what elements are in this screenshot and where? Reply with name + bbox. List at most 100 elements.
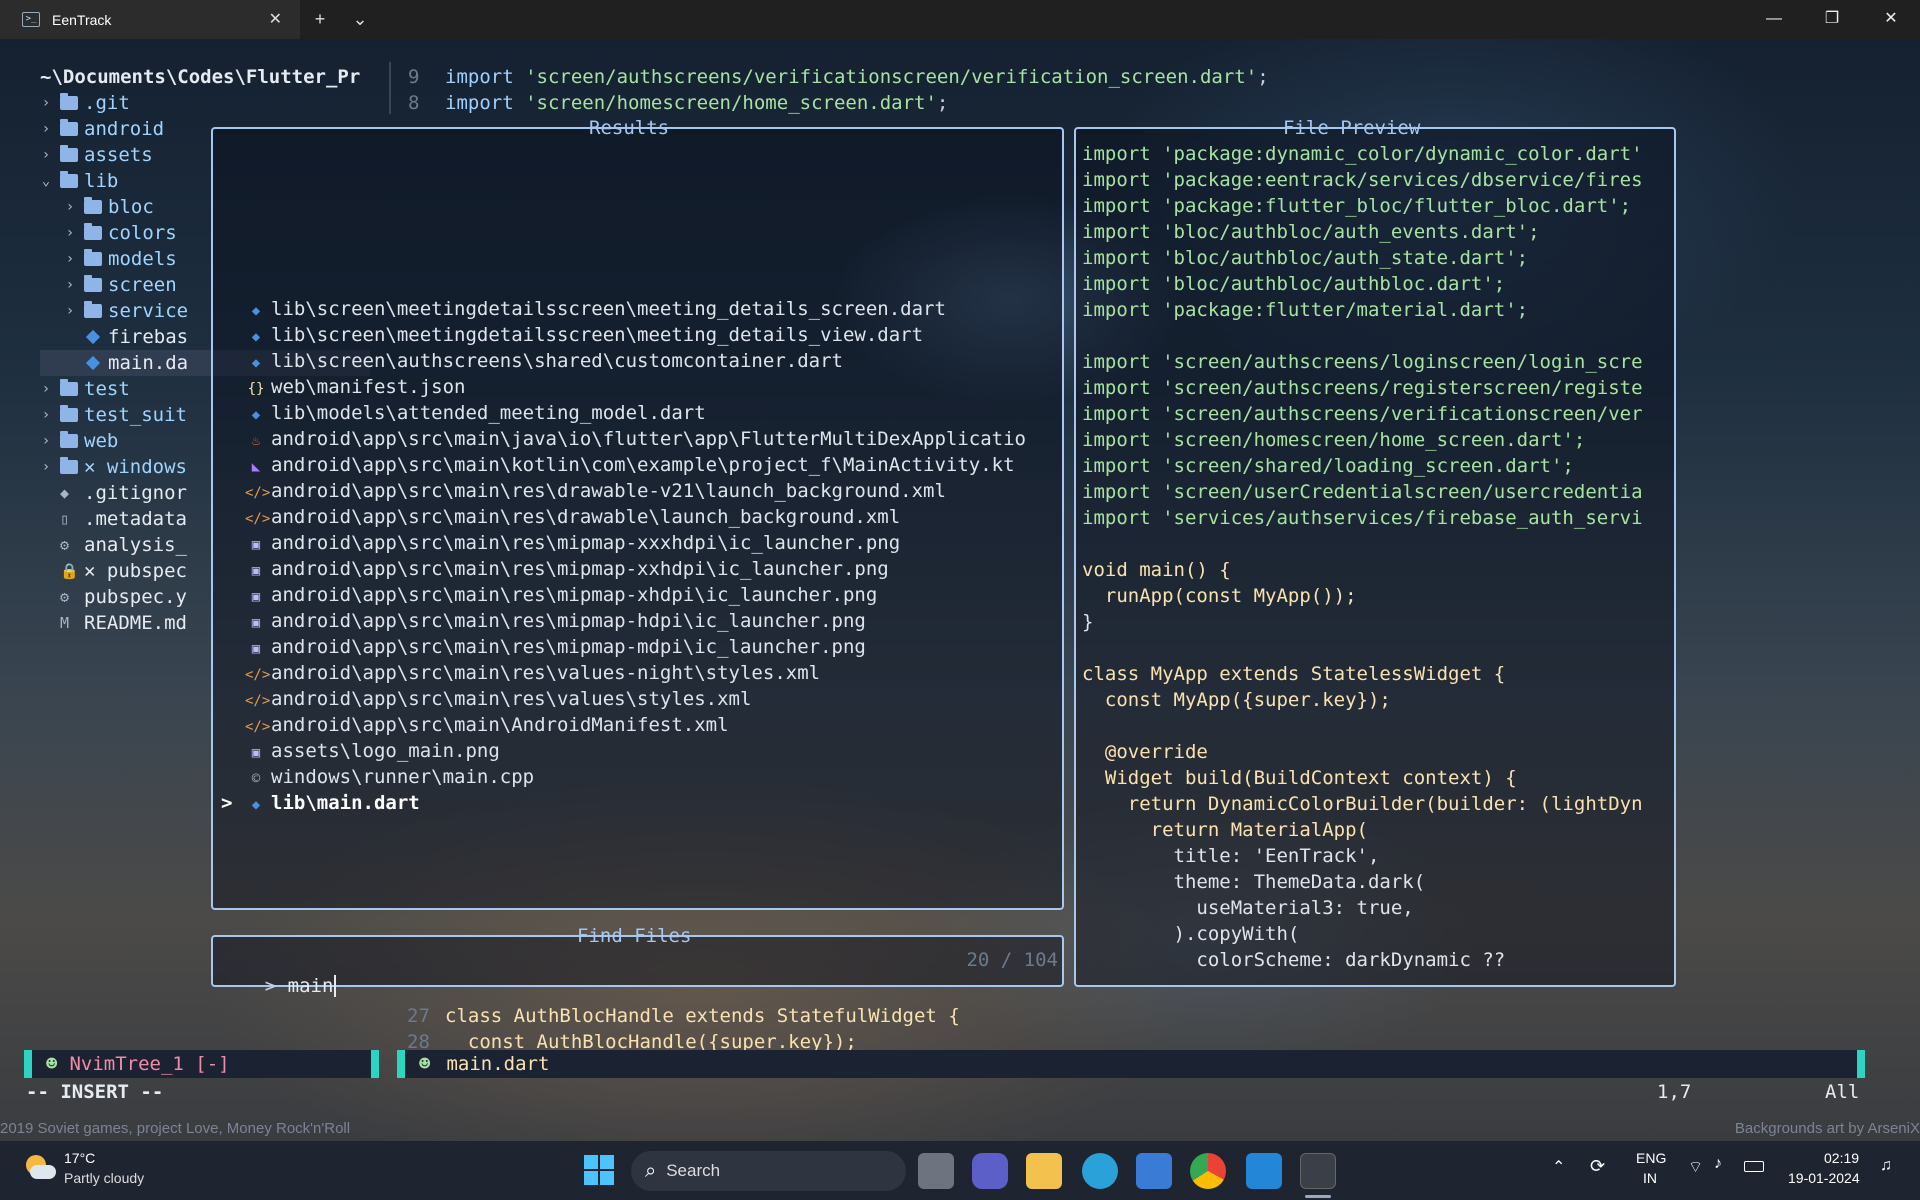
minimize-button[interactable]: — bbox=[1745, 0, 1803, 39]
wifi-icon[interactable]: ⌔ bbox=[1688, 1157, 1703, 1177]
tree-item-label: web bbox=[84, 430, 119, 452]
result-item[interactable]: ▣ android\app\src\main\res\mipmap-xxhdpi\… bbox=[221, 556, 889, 584]
tab-dropdown-button[interactable]: ⌄ bbox=[340, 9, 380, 30]
result-path: android\app\src\main\java\io\flutter\app… bbox=[271, 428, 1026, 450]
code-string: 'screen/homescreen/home_screen.dart' bbox=[525, 92, 937, 114]
notification-bell-icon[interactable]: ♫ bbox=[1880, 1157, 1892, 1175]
result-item[interactable]: ▣ android\app\src\main\res\mipmap-xhdpi\i… bbox=[221, 582, 877, 610]
clock-time[interactable]: 02:19 bbox=[1824, 1150, 1859, 1166]
terminal-taskbar-icon[interactable] bbox=[1300, 1153, 1336, 1189]
search-input[interactable]: main bbox=[287, 975, 337, 997]
teams-icon[interactable] bbox=[972, 1153, 1008, 1189]
result-item[interactable]: </>android\app\src\main\AndroidManifest.… bbox=[221, 712, 729, 740]
result-item[interactable]: ◆ lib\screen\meetingdetailsscreen\meeting… bbox=[221, 322, 923, 350]
start-icon[interactable] bbox=[584, 1155, 614, 1185]
folder-icon bbox=[60, 119, 78, 136]
weather-icon[interactable] bbox=[22, 1151, 56, 1185]
result-path: lib\main.dart bbox=[271, 792, 420, 814]
neovim-icon-2: ☻ bbox=[419, 1053, 431, 1075]
result-selection-marker bbox=[221, 738, 245, 764]
code-keyword: import bbox=[445, 92, 514, 114]
chevron-icon: › bbox=[41, 459, 51, 475]
result-item[interactable]: © windows\runner\main.cpp bbox=[221, 764, 534, 792]
line-number: 27 bbox=[407, 1005, 430, 1027]
preview-line: import 'bloc/authbloc/auth_state.dart'; bbox=[1082, 247, 1529, 269]
mode-indicator: -- INSERT -- bbox=[26, 1081, 164, 1103]
result-path: android\app\src\main\res\drawable-v21\la… bbox=[271, 480, 946, 502]
png-icon: ▣ bbox=[251, 615, 261, 631]
markdown-icon: M bbox=[60, 614, 70, 632]
preview-line: import 'package:flutter_bloc/flutter_blo… bbox=[1082, 195, 1632, 217]
result-item[interactable]: ▣ android\app\src\main\res\mipmap-mdpi\ic… bbox=[221, 634, 866, 662]
line-number: 8 bbox=[408, 92, 420, 114]
result-path: android\app\src\main\kotlin\com\example\… bbox=[271, 454, 1015, 476]
volume-icon[interactable]: ♪ bbox=[1714, 1155, 1722, 1173]
chevron-icon: › bbox=[65, 277, 75, 293]
cpp-icon: © bbox=[251, 771, 261, 787]
result-item[interactable]: ▣ android\app\src\main\res\mipmap-hdpi\ic… bbox=[221, 608, 866, 636]
lang-line1[interactable]: ENG bbox=[1636, 1150, 1666, 1166]
preview-line: } bbox=[1082, 611, 1094, 633]
tab-close-icon[interactable]: ✕ bbox=[269, 9, 282, 29]
find-files-title: Find Files bbox=[577, 925, 692, 947]
tree-item-label: .git bbox=[84, 92, 130, 114]
folder-icon bbox=[84, 301, 102, 318]
result-path: windows\runner\main.cpp bbox=[271, 766, 535, 788]
restore-button[interactable]: ❐ bbox=[1803, 0, 1861, 39]
result-item[interactable]: </>android\app\src\main\res\drawable-v21… bbox=[221, 478, 946, 506]
task-view-icon[interactable] bbox=[918, 1153, 954, 1189]
tray-chevron-icon[interactable]: ⌃ bbox=[1552, 1157, 1565, 1177]
lang-line2[interactable]: IN bbox=[1643, 1170, 1657, 1186]
dart-icon: ◆ bbox=[251, 329, 261, 345]
new-tab-button[interactable]: + bbox=[300, 9, 340, 30]
find-files-prompt: Find Files > main 20 / 104 bbox=[211, 925, 1064, 997]
result-item[interactable]: </>android\app\src\main\res\drawable\lau… bbox=[221, 504, 900, 532]
sync-icon[interactable]: ⟳ bbox=[1590, 1156, 1605, 1177]
store-icon[interactable] bbox=[1136, 1153, 1172, 1189]
file-preview-panel: File Preview import 'package:dynamic_col… bbox=[1074, 117, 1676, 987]
result-item[interactable]: ◆ lib\models\attended_meeting_model.dart bbox=[221, 400, 706, 428]
preview-line: import 'services/authservices/firebase_a… bbox=[1082, 507, 1643, 529]
tree-item-label: android bbox=[84, 118, 165, 140]
result-path: android\app\src\main\res\values\styles.x… bbox=[271, 688, 752, 710]
vscode-icon[interactable] bbox=[1246, 1153, 1282, 1189]
chrome-icon[interactable] bbox=[1190, 1153, 1226, 1189]
git-icon: ◆ bbox=[60, 484, 70, 502]
tree-item-label: .gitignor bbox=[84, 482, 187, 504]
clock-date[interactable]: 19-01-2024 bbox=[1788, 1170, 1860, 1186]
lock-icon: 🔒 bbox=[60, 562, 79, 580]
search-label: Search bbox=[666, 1161, 721, 1180]
tree-item-git[interactable]: › .git bbox=[40, 90, 370, 116]
taskbar-search[interactable]: ⌕ Search bbox=[631, 1151, 906, 1191]
result-item[interactable]: ◣ android\app\src\main\kotlin\com\example… bbox=[221, 452, 1015, 480]
close-window-button[interactable]: ✕ bbox=[1862, 0, 1920, 39]
chevron-icon: › bbox=[65, 225, 75, 241]
result-item[interactable]: ◆ lib\screen\meetingdetailsscreen\meeting… bbox=[221, 296, 946, 324]
preview-line: @override bbox=[1082, 741, 1208, 763]
kotlin-icon: ◣ bbox=[251, 459, 261, 475]
result-item[interactable]: > ◆ lib\main.dart bbox=[221, 790, 420, 818]
wallpaper-caption-left: 2019 Soviet games, project Love, Money R… bbox=[0, 1120, 351, 1137]
tree-item-label: test_suit bbox=[84, 404, 187, 426]
result-item[interactable]: {} web\manifest.json bbox=[221, 374, 466, 402]
result-item[interactable]: </>android\app\src\main\res\values\style… bbox=[221, 686, 751, 714]
result-selection-marker bbox=[221, 426, 245, 452]
result-item[interactable]: </>android\app\src\main\res\values-night… bbox=[221, 660, 820, 688]
result-selection-marker bbox=[221, 400, 245, 426]
png-icon: ▣ bbox=[251, 745, 261, 761]
result-item[interactable]: ♨ android\app\src\main\java\io\flutter\ap… bbox=[221, 426, 1026, 454]
result-item[interactable]: ◆ lib\screen\authscreens\shared\customcon… bbox=[221, 348, 843, 376]
tree-root-path: ~\Documents\Codes\Flutter_Pr bbox=[40, 66, 361, 88]
result-item[interactable]: ▣ assets\logo_main.png bbox=[221, 738, 500, 766]
edge-icon[interactable] bbox=[1082, 1153, 1118, 1189]
chevron-icon: › bbox=[65, 303, 75, 319]
folder-icon bbox=[84, 197, 102, 214]
battery-icon[interactable] bbox=[1744, 1161, 1764, 1172]
chevron-icon: › bbox=[41, 147, 51, 163]
result-selection-marker bbox=[221, 686, 245, 712]
wallpaper-caption-right: Backgrounds art by ArseniX bbox=[1734, 1120, 1920, 1137]
result-selection-marker bbox=[221, 530, 245, 556]
file-explorer-icon[interactable] bbox=[1026, 1153, 1062, 1189]
terminal-tab[interactable]: >_ EenTrack ✕ bbox=[0, 0, 300, 39]
result-item[interactable]: ▣ android\app\src\main\res\mipmap-xxxhdpi… bbox=[221, 530, 900, 558]
